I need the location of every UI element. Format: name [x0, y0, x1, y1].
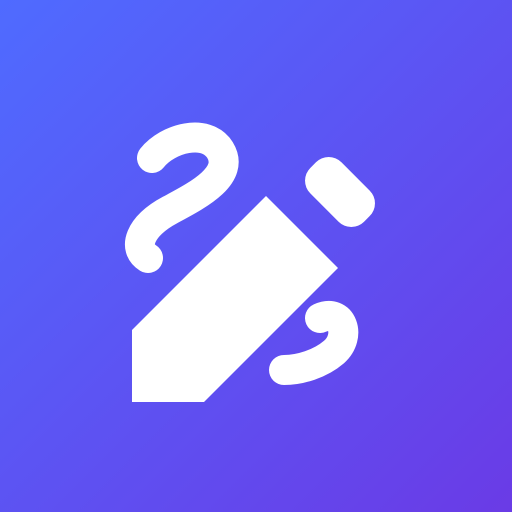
pencil-squiggle-icon [0, 0, 512, 512]
app-icon[interactable] [0, 0, 512, 512]
